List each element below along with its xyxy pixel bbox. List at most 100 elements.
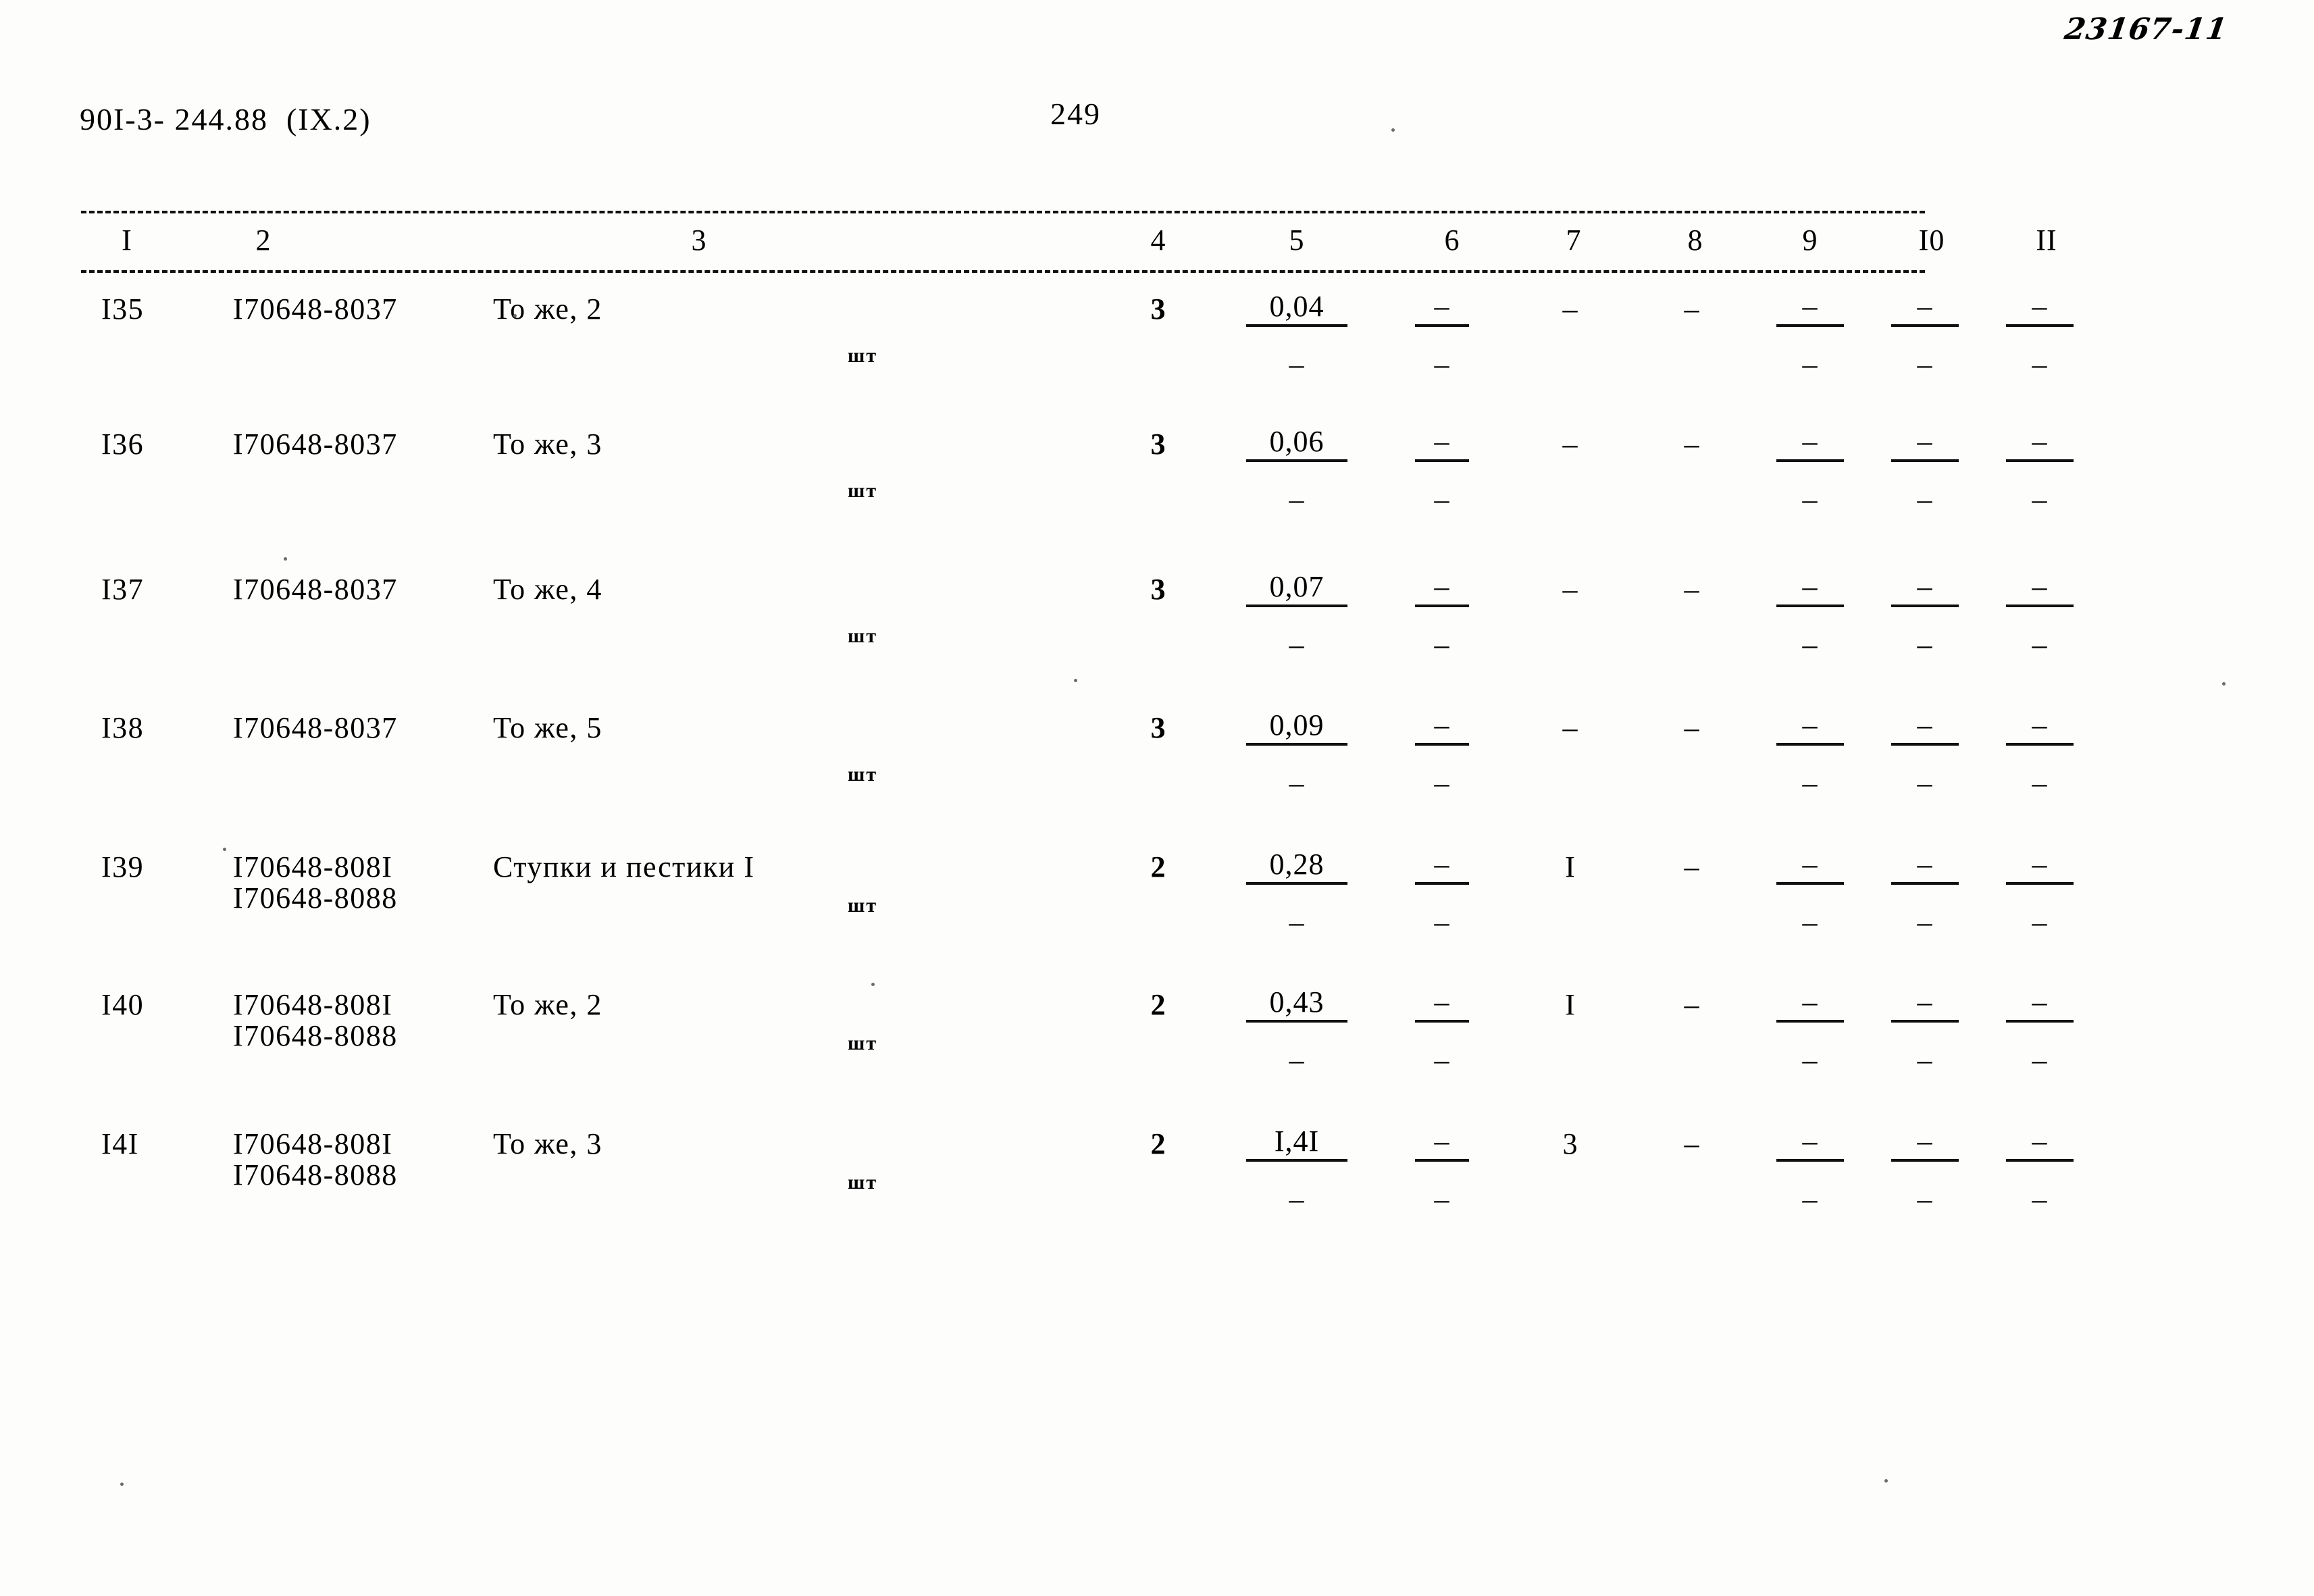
cell-col10-denominator: – [1917, 483, 1933, 516]
row-description: То же, 3 [493, 1127, 602, 1160]
cell-col5: 0,43 – [1243, 987, 1351, 1075]
cell-col6: – – [1402, 1127, 1483, 1214]
cell-col10-numerator: – [1917, 570, 1933, 603]
cell-col10-denominator: – [1917, 348, 1933, 381]
cell-col9: – – [1763, 1127, 1857, 1214]
cell-col4: 2 [1150, 1127, 1166, 1160]
cell-col5: 0,28 – [1243, 850, 1351, 937]
cell-col5-numerator: 0,28 [1269, 848, 1325, 881]
scan-speck [2222, 682, 2226, 686]
cell-col10: – – [1878, 987, 1972, 1075]
cell-col4: 3 [1150, 292, 1166, 326]
cell-col6-numerator: – [1434, 848, 1450, 881]
scan-speck [1391, 128, 1395, 132]
cell-col9: – – [1763, 987, 1857, 1075]
cell-col6-denominator: – [1434, 348, 1450, 381]
cell-col6-numerator: – [1434, 570, 1450, 603]
cell-col8: – [1684, 573, 1700, 606]
cell-col5: 0,07 – [1243, 572, 1351, 660]
row-code-primary: I70648-8037 [233, 428, 398, 461]
row-number: I35 [101, 292, 145, 326]
row-number: I4I [101, 1127, 139, 1160]
cell-col10-numerator: – [1917, 425, 1933, 458]
row-unit-label: шт [848, 1032, 878, 1054]
cell-col6: – – [1402, 292, 1483, 380]
cell-col5-numerator: 0,07 [1269, 570, 1325, 603]
cell-col11-numerator: – [2032, 1125, 2048, 1158]
cell-col11: – – [1992, 711, 2087, 798]
cell-col11-denominator: – [2032, 767, 2048, 800]
cell-col6-numerator: – [1434, 709, 1450, 742]
cell-col10-numerator: – [1917, 1125, 1933, 1158]
cell-col9-denominator: – [1802, 1044, 1818, 1077]
cell-col8: – [1684, 1127, 1700, 1160]
column-header-2: 2 [255, 224, 272, 257]
row-number: I37 [101, 573, 145, 606]
row-description: То же, 2 [493, 292, 602, 326]
column-header-5: 5 [1289, 224, 1305, 257]
cell-col11-numerator: – [2032, 290, 2048, 323]
row-code-primary: I70648-808I [233, 1127, 393, 1160]
cell-col9-numerator: – [1802, 709, 1818, 742]
page-number: 249 [1050, 97, 1101, 131]
column-header-10: I0 [1918, 224, 1945, 257]
table-top-rule [81, 211, 1925, 213]
cell-col6-numerator: – [1434, 290, 1450, 323]
cell-col11-numerator: – [2032, 709, 2048, 742]
cell-col11: – – [1992, 427, 2087, 515]
cell-col7: I [1565, 988, 1576, 1021]
column-header-11: II [2036, 224, 2057, 257]
cell-col10: – – [1878, 711, 1972, 798]
cell-col6-denominator: – [1434, 906, 1450, 939]
row-code-primary: I70648-808I [233, 988, 393, 1021]
cell-col7: – [1562, 292, 1578, 326]
cell-col5: 0,06 – [1243, 427, 1351, 515]
cell-col4: 3 [1150, 573, 1166, 606]
cell-col7: I [1565, 850, 1576, 883]
cell-col9-denominator: – [1802, 767, 1818, 800]
cell-col9-denominator: – [1802, 906, 1818, 939]
row-unit-label: шт [848, 625, 878, 647]
cell-col9-numerator: – [1802, 985, 1818, 1019]
cell-col10: – – [1878, 427, 1972, 515]
cell-col9: – – [1763, 572, 1857, 660]
row-unit-label: шт [848, 344, 878, 367]
cell-col7: – [1562, 428, 1578, 461]
cell-col10: – – [1878, 850, 1972, 937]
row-code-primary: I70648-8037 [233, 711, 398, 744]
cell-col11-numerator: – [2032, 985, 2048, 1019]
cell-col7: 3 [1562, 1127, 1578, 1160]
cell-col4: 3 [1150, 428, 1166, 461]
cell-col4: 3 [1150, 711, 1166, 744]
cell-col11-denominator: – [2032, 906, 2048, 939]
cell-col6-numerator: – [1434, 1125, 1450, 1158]
cell-col9: – – [1763, 711, 1857, 798]
cell-col11-numerator: – [2032, 848, 2048, 881]
row-unit-label: шт [848, 1171, 878, 1193]
row-unit-label: шт [848, 894, 878, 917]
cell-col10-numerator: – [1917, 290, 1933, 323]
cell-col9-numerator: – [1802, 425, 1818, 458]
cell-col6: – – [1402, 850, 1483, 937]
cell-col5-denominator: – [1289, 1044, 1305, 1077]
cell-col9-denominator: – [1802, 483, 1818, 516]
row-description: Ступки и пестики I [493, 850, 755, 883]
scan-speck [1884, 1479, 1888, 1483]
cell-col8: – [1684, 711, 1700, 744]
scan-speck [120, 1483, 124, 1486]
row-description: То же, 5 [493, 711, 602, 744]
cell-col10-denominator: – [1917, 767, 1933, 800]
cell-col9-numerator: – [1802, 570, 1818, 603]
cell-col6: – – [1402, 711, 1483, 798]
cell-col8: – [1684, 850, 1700, 883]
scan-speck [871, 983, 875, 986]
row-code-secondary: I70648-8088 [233, 1158, 398, 1191]
cell-col9-numerator: – [1802, 848, 1818, 881]
cell-col7: – [1562, 573, 1578, 606]
cell-col5-denominator: – [1289, 906, 1305, 939]
scan-speck [223, 848, 226, 851]
cell-col10-denominator: – [1917, 906, 1933, 939]
cell-col10-numerator: – [1917, 985, 1933, 1019]
cell-col8: – [1684, 292, 1700, 326]
scan-speck [513, 314, 517, 317]
